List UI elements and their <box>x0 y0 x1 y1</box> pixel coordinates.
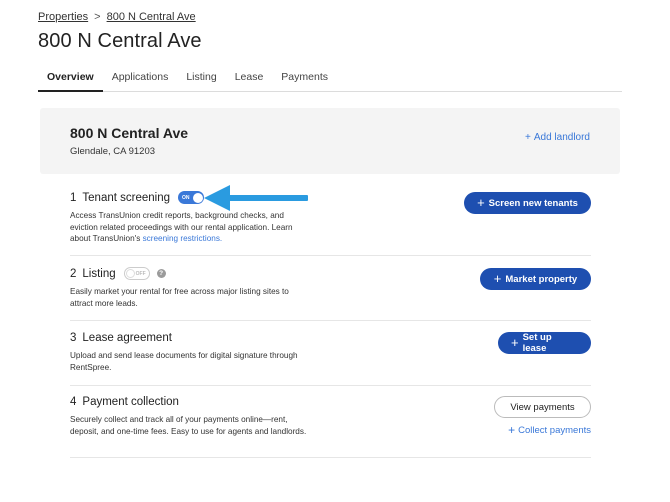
link-label: Collect payments <box>518 424 591 436</box>
view-payments-button[interactable]: View payments <box>494 396 591 418</box>
section-description: Access TransUnion credit reports, backgr… <box>70 210 310 245</box>
property-address: Glendale, CA 91203 <box>70 146 156 157</box>
listing-section: 2 Listing OFF ? Easily market your renta… <box>70 267 591 321</box>
section-number: 3 <box>70 332 77 344</box>
add-landlord-label: Add landlord <box>533 132 590 143</box>
plus-icon: + <box>511 335 519 350</box>
help-icon[interactable]: ? <box>156 269 166 278</box>
button-label: Market property <box>505 273 578 285</box>
toggle-label: ON <box>182 194 190 201</box>
screening-restrictions-link[interactable]: screening restrictions. <box>143 234 223 243</box>
set-up-lease-button[interactable]: + Set up lease <box>498 332 591 354</box>
breadcrumb-current-link[interactable]: 800 N Central Ave <box>107 11 196 23</box>
market-property-button[interactable]: + Market property <box>480 268 591 290</box>
tenant-screening-toggle[interactable]: ON <box>178 191 204 204</box>
button-label: Set up lease <box>522 332 552 354</box>
toggle-knob <box>125 269 135 278</box>
section-number: 2 <box>70 267 77 280</box>
page-title: 800 N Central Ave <box>38 30 202 52</box>
add-landlord-link[interactable]: + Add landlord <box>525 132 590 143</box>
toggle-label: OFF <box>135 270 146 277</box>
breadcrumb-properties-link[interactable]: Properties <box>38 11 88 23</box>
screen-new-tenants-button[interactable]: + Screen new tenants <box>464 192 591 214</box>
breadcrumb-separator: > <box>94 11 101 23</box>
section-title: Lease agreement <box>82 332 172 344</box>
toggle-knob <box>192 192 203 203</box>
section-description: Easily market your rental for free acros… <box>70 287 289 308</box>
property-card: 800 N Central Ave Glendale, CA 91203 + A… <box>40 108 620 174</box>
tab-listing[interactable]: Listing <box>177 66 225 92</box>
section-title: Listing <box>82 267 116 280</box>
listing-toggle[interactable]: OFF <box>123 267 150 280</box>
tab-payments[interactable]: Payments <box>272 66 337 92</box>
tenant-screening-section: 1 Tenant screening ON Access TransUnion … <box>70 191 591 256</box>
tab-overview[interactable]: Overview <box>38 66 103 92</box>
property-title: 800 N Central Ave <box>70 125 189 141</box>
collect-payments-link[interactable]: + Collect payments <box>508 424 591 436</box>
tab-lease[interactable]: Lease <box>226 66 273 92</box>
payment-collection-section: 4 Payment collection Securely collect an… <box>70 396 591 458</box>
plus-icon: + <box>477 195 485 210</box>
arrow-pointer-icon <box>204 185 308 211</box>
section-number: 4 <box>70 396 77 408</box>
plus-icon: + <box>508 423 516 437</box>
lease-agreement-section: 3 Lease agreement Upload and send lease … <box>70 332 591 386</box>
section-description: Upload and send lease documents for digi… <box>70 351 298 372</box>
section-title: Payment collection <box>82 396 179 408</box>
section-description: Securely collect and track all of your p… <box>70 415 307 436</box>
tab-bar: Overview Applications Listing Lease Paym… <box>38 66 622 92</box>
plus-icon: + <box>493 271 502 286</box>
button-label: Screen new tenants <box>488 197 578 209</box>
section-number: 1 <box>70 191 77 204</box>
tab-applications[interactable]: Applications <box>103 66 178 92</box>
section-title: Tenant screening <box>82 191 170 204</box>
plus-icon: + <box>525 132 531 143</box>
breadcrumb: Properties > 800 N Central Ave <box>38 11 196 23</box>
